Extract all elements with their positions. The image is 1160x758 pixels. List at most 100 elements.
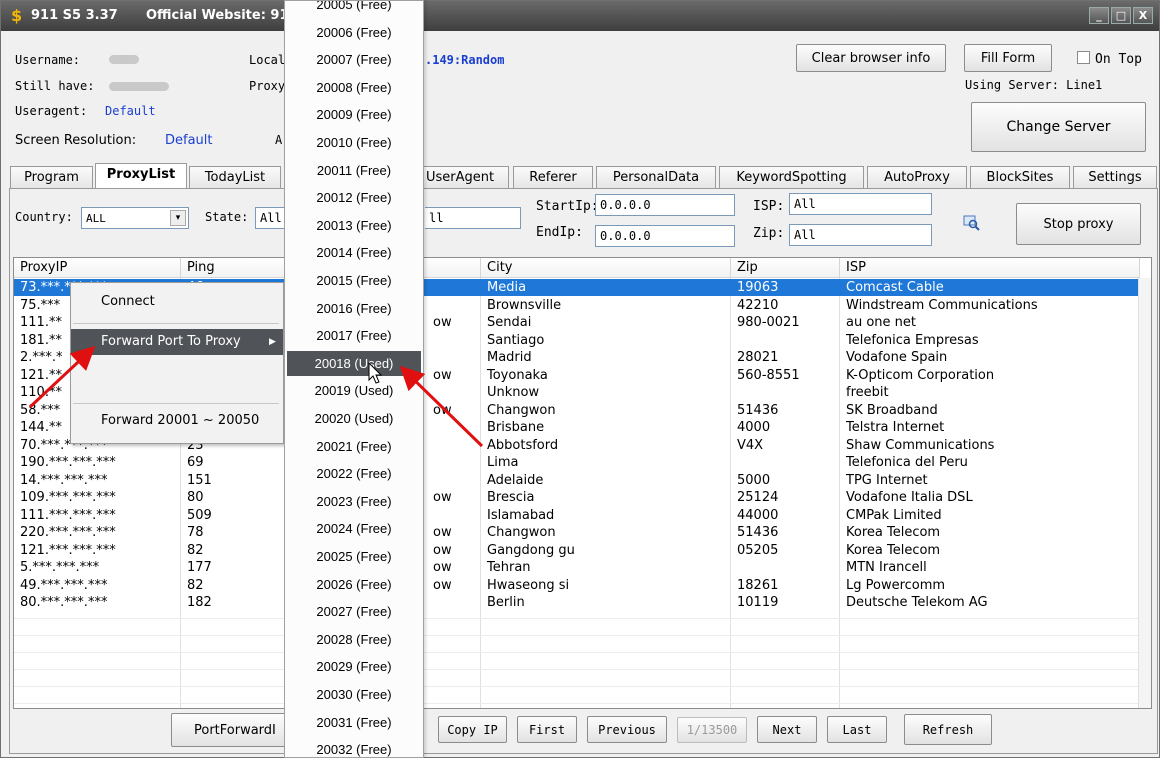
port-item[interactable]: 20032 (Free) [286,737,422,757]
cell-ping: 78 [187,525,204,540]
port-item[interactable]: 20019 (Used) [286,378,422,403]
port-item[interactable]: 20011 (Free) [286,158,422,183]
column-header-proxyip[interactable]: ProxyIP [14,258,181,278]
menu-item-forward-port[interactable]: Forward Port To Proxy ▶ [71,329,283,355]
port-item[interactable]: 20013 (Free) [286,213,422,238]
zip-input[interactable]: All [789,224,932,246]
clear-browser-info-button[interactable]: Clear browser info [796,44,946,72]
port-item[interactable]: 20023 (Free) [286,489,422,514]
copy-ip-button[interactable]: Copy IP [438,716,507,743]
next-button[interactable]: Next [757,716,817,743]
website-title: Official Website: 91 [146,8,289,23]
table-row[interactable]: 80.***.***.*** 182 Berlin 10119 Deutsche Tel… [14,594,1139,611]
port-item[interactable]: 20030 (Free) [286,682,422,707]
cell-isp: Vodafone Spain [846,350,948,365]
column-header-city[interactable]: City [481,258,731,278]
cell-ip: 75.*** [20,297,61,313]
cell-city: Changwon [487,525,556,540]
cell-zip: 980-0021 [737,315,800,330]
port-item[interactable]: 20031 (Free) [286,710,422,735]
port-item[interactable]: 20020 (Used) [286,406,422,431]
port-item[interactable]: 20012 (Free) [286,185,422,210]
table-row[interactable]: 5.***.***.*** 177 ow Tehran MTN Irancell [14,559,1139,576]
port-submenu: 20005 (Free) 20006 (Free) 20007 (Free) 2000… [284,0,424,758]
tab-keywordspotting[interactable]: KeywordSpotting [719,166,864,188]
table-row[interactable]: 49.***.***.*** 82 ow Hwaseong si 18261 Lg Pow… [14,577,1139,594]
port-item[interactable]: 20010 (Free) [286,130,422,155]
app-title: 911 S5 3.37 [31,8,118,23]
cell-ping: 80 [187,490,204,505]
port-item[interactable]: 20014 (Free) [286,240,422,265]
previous-button[interactable]: Previous [587,716,667,743]
refresh-button[interactable]: Refresh [904,714,992,745]
port-item[interactable]: 20021 (Free) [286,434,422,459]
tab-blocksites[interactable]: BlockSites [970,166,1070,188]
cell-isp: Korea Telecom [846,525,941,540]
last-button[interactable]: Last [827,716,887,743]
cell-zip: 05205 [737,542,779,558]
port-item[interactable]: 20016 (Free) [286,296,422,321]
tab-personaldata[interactable]: PersonalData [596,166,716,188]
table-row[interactable]: 220.***.***.*** 78 ow Changwon 51436 Korea Te… [14,524,1139,541]
port-item[interactable]: 20022 (Free) [286,461,422,486]
isp-input[interactable]: All [789,193,932,215]
port-item[interactable]: 20017 (Free) [286,323,422,348]
port-item[interactable]: 20008 (Free) [286,75,422,100]
maximize-button[interactable]: □ [1111,7,1131,24]
menu-item-connect[interactable]: Connect [71,289,283,315]
vertical-scrollbar[interactable] [1138,278,1151,708]
city-select[interactable]: ll [425,207,521,229]
on-top-checkbox[interactable] [1077,51,1090,64]
port-item[interactable]: 20006 (Free) [286,20,422,45]
tab-todaylist[interactable]: TodayList [189,166,281,188]
cell-ip: 190.***.***.*** [20,455,116,470]
useragent-link[interactable]: Default [105,104,156,118]
search-icon[interactable] [963,214,981,232]
cell-isp: Telstra Internet [846,420,945,435]
state-select[interactable]: All [255,207,285,229]
menu-item-forward-range[interactable]: Forward 20001 ~ 20050 [71,408,283,434]
minimize-button[interactable]: _ [1089,7,1109,24]
tab-useragent[interactable]: UserAgent [421,166,509,188]
tab-settings[interactable]: Settings [1073,166,1157,188]
fill-form-button[interactable]: Fill Form [964,44,1052,72]
port-item[interactable]: 20007 (Free) [286,47,422,72]
endip-input[interactable]: 0.0.0.0 [595,225,735,247]
port-item[interactable]: 20009 (Free) [286,102,422,127]
port-item[interactable]: 20027 (Free) [286,599,422,624]
chevron-down-icon[interactable]: ▾ [170,210,186,226]
port-item[interactable]: 20028 (Free) [286,627,422,652]
close-button[interactable]: X [1133,7,1153,24]
column-header-isp[interactable]: ISP [840,258,1140,278]
stop-proxy-button[interactable]: Stop proxy [1016,203,1141,245]
table-row[interactable]: 121.***.***.*** 82 ow Gangdong gu 05205 Korea… [14,542,1139,559]
port-item[interactable]: 20025 (Free) [286,544,422,569]
port-item[interactable]: 20005 (Free) [286,1,422,17]
tab-referer[interactable]: Referer [513,166,593,188]
port-item[interactable]: 20015 (Free) [286,268,422,293]
tab-proxylist[interactable]: ProxyList [95,163,187,189]
cell-zip: 560-8551 [737,367,800,383]
cell-ip: 121.** [20,367,62,383]
tab-autoproxy[interactable]: AutoProxy [867,166,967,188]
port-item[interactable]: 20018 (Used) [287,350,421,376]
port-forward-button[interactable]: PortForwardI [171,713,291,747]
zip-label: Zip: [753,226,785,241]
cell-city: Madrid [487,350,532,365]
cell-ip: 109.***.***.*** [20,490,116,505]
change-server-button[interactable]: Change Server [971,102,1146,152]
screen-resolution-link[interactable]: Default [165,133,213,148]
table-row[interactable]: 14.***.***.*** 151 Adelaide 5000 TPG Interne… [14,472,1139,489]
table-row[interactable]: 109.***.***.*** 80 ow Brescia 25124 Vodafone … [14,489,1139,506]
tab-program[interactable]: Program [10,166,93,188]
first-button[interactable]: First [517,716,577,743]
cell-isp: Vodafone Italia DSL [846,490,973,505]
country-select[interactable]: ALL ▾ [81,207,189,229]
column-header-zip[interactable]: Zip [731,258,840,278]
table-row[interactable]: 111.***.***.*** 509 Islamabad 44000 CMPak Li… [14,507,1139,524]
startip-input[interactable]: 0.0.0.0 [595,194,735,216]
table-row[interactable]: 190.***.***.*** 69 Lima Telefonica del Peru [14,454,1139,471]
port-item[interactable]: 20029 (Free) [286,654,422,679]
port-item[interactable]: 20024 (Free) [286,516,422,541]
port-item[interactable]: 20026 (Free) [286,572,422,597]
